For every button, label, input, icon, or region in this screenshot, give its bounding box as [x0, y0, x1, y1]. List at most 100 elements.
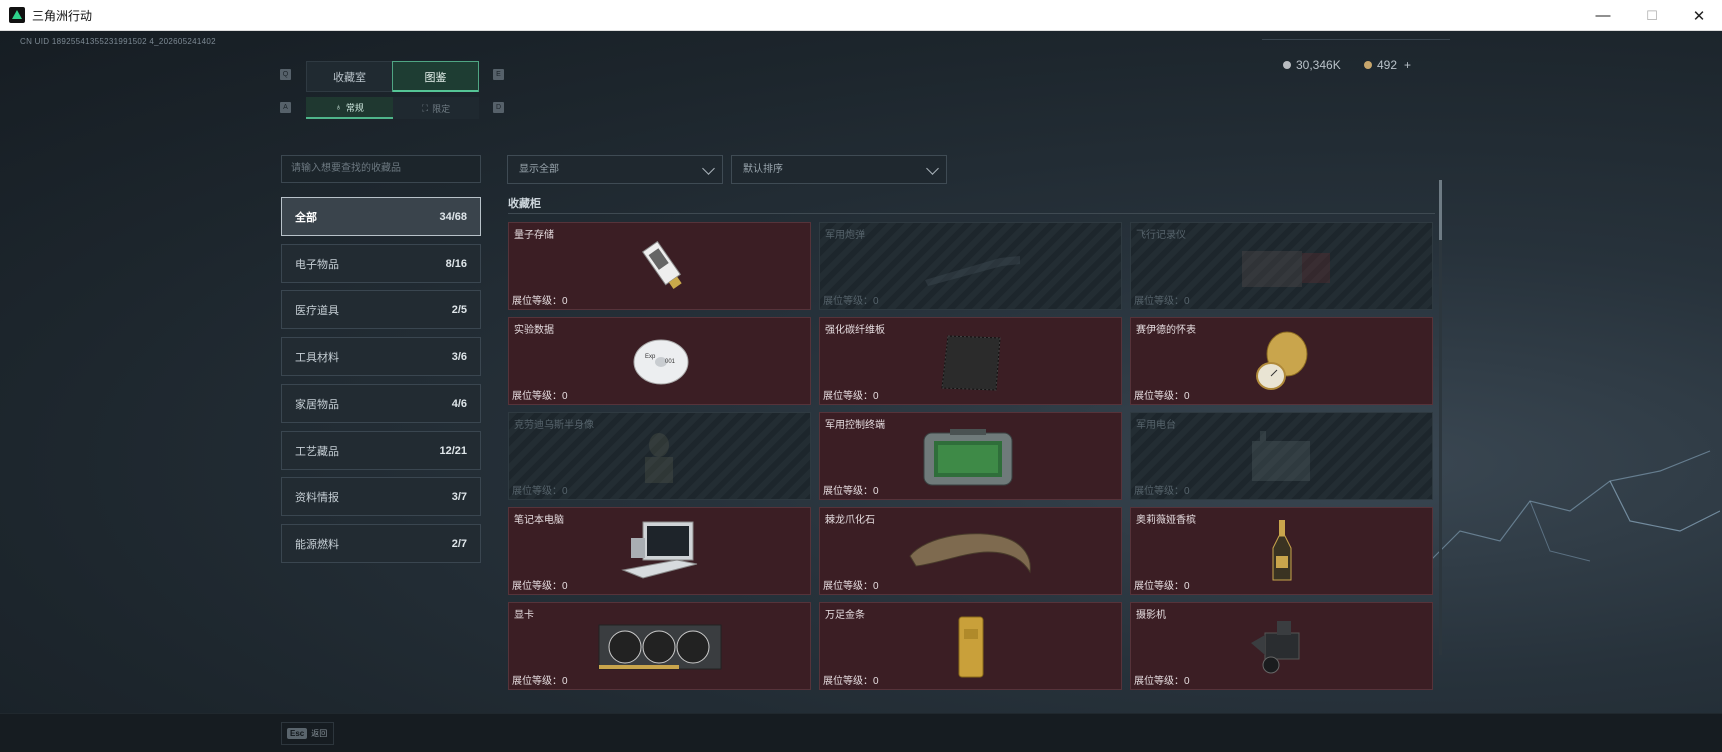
laptop-icon [621, 521, 698, 579]
currency-gold-value: 492 [1377, 58, 1398, 72]
display-filter-value: 显示全部 [519, 164, 559, 175]
subkey-hint-right-icon: D [493, 102, 504, 113]
control-terminal-icon [923, 429, 1013, 486]
collection-card[interactable]: 棘龙爪化石 展位等级：0 [819, 507, 1122, 595]
usb-drive-icon [641, 240, 682, 289]
collection-card[interactable]: 赛伊德的怀表 展位等级：0 [1130, 317, 1433, 405]
category-count: 8/16 [445, 257, 467, 270]
close-button[interactable]: ✕ [1676, 0, 1722, 31]
category-electronics[interactable]: 电子物品 8/16 [281, 244, 481, 283]
card-level: 展位等级：0 [512, 486, 568, 497]
pocket-watch-icon [1256, 331, 1308, 390]
category-count: 12/21 [439, 444, 467, 457]
user-uid: CN UID 18925541355231991502 4_2026052414… [20, 37, 216, 46]
card-level: 展位等级：0 [823, 486, 879, 497]
category-label: 工具材料 [295, 351, 339, 364]
card-level: 展位等级：0 [1134, 296, 1190, 307]
card-level: 展位等级：0 [512, 676, 568, 687]
card-item-name: 强化碳纤维板 [825, 325, 885, 336]
collection-card[interactable]: 摄影机 展位等级：0 [1130, 602, 1433, 690]
tab-collection-room[interactable]: 收藏室 [306, 61, 393, 92]
game-viewport: CN UID 18925541355231991502 4_2026052414… [0, 31, 1722, 752]
category-count: 3/6 [451, 350, 467, 363]
collection-card[interactable]: 显卡 展位等级：0 [508, 602, 811, 690]
collection-card[interactable]: 军用控制终端 展位等级：0 [819, 412, 1122, 500]
category-count: 34/68 [439, 210, 467, 223]
category-count: 4/6 [451, 397, 467, 410]
currency-silver-value: 30,346K [1296, 58, 1341, 72]
collection-card[interactable]: 量子存储 展位等级：0 [508, 222, 811, 310]
card-level: 展位等级：0 [1134, 391, 1190, 402]
collection-card-locked[interactable]: 克劳迪乌斯半身像 展位等级：0 [508, 412, 811, 500]
category-energy[interactable]: 能源燃料 2/7 [281, 524, 481, 563]
subtab-limited[interactable]: ⛶ 限定 [393, 97, 479, 119]
chevron-down-icon [926, 162, 939, 175]
cabinet-divider [508, 213, 1435, 214]
card-item-name: 万足金条 [825, 610, 865, 621]
card-item-name: 赛伊德的怀表 [1136, 325, 1196, 336]
category-label: 全部 [295, 211, 317, 224]
card-item-name: 飞行记录仪 [1136, 230, 1186, 241]
esc-key-icon: Esc [287, 728, 308, 739]
collection-card-locked[interactable]: 飞行记录仪 展位等级：0 [1130, 222, 1433, 310]
silver-coin-icon [1283, 61, 1291, 69]
header-divider [1262, 39, 1450, 40]
camera-icon [1251, 621, 1300, 674]
cabinet-title: 收藏柜 [508, 198, 541, 210]
collection-card-locked[interactable]: 军用炮弹 展位等级：0 [819, 222, 1122, 310]
collection-card-locked[interactable]: 军用电台 展位等级：0 [1130, 412, 1433, 500]
sort-value: 默认排序 [743, 164, 783, 175]
card-level: 展位等级：0 [823, 676, 879, 687]
collection-card[interactable]: 笔记本电脑 展位等级：0 [508, 507, 811, 595]
card-item-name: 量子存储 [514, 230, 554, 241]
card-level: 展位等级：0 [512, 391, 568, 402]
category-count: 3/7 [451, 490, 467, 503]
champagne-bottle-icon [1272, 520, 1292, 581]
card-item-name: 军用电台 [1136, 420, 1176, 431]
collection-card[interactable]: 万足金条 展位等级：0 [819, 602, 1122, 690]
card-level: 展位等级：0 [1134, 676, 1190, 687]
category-all[interactable]: 全部 34/68 [281, 197, 481, 236]
sort-select[interactable]: 默认排序 [731, 155, 947, 184]
bottom-bar [0, 713, 1722, 752]
category-medical[interactable]: 医疗道具 2/5 [281, 290, 481, 329]
tab-codex[interactable]: 图鉴 [392, 61, 479, 92]
card-level: 展位等级：0 [823, 581, 879, 592]
subtab-regular-label: 常规 [345, 102, 364, 113]
collection-card[interactable]: 强化碳纤维板 展位等级：0 [819, 317, 1122, 405]
back-button[interactable]: Esc 返回 [281, 722, 334, 745]
collection-card[interactable]: 实验数据 Exp 001 展位等级：0 [508, 317, 811, 405]
flight-recorder-icon [1242, 251, 1330, 287]
scrollbar-thumb[interactable] [1439, 180, 1442, 240]
category-label: 医疗道具 [295, 304, 339, 317]
back-label: 返回 [311, 729, 328, 738]
gold-coin-icon [1364, 61, 1372, 69]
add-currency-button[interactable]: + [1404, 58, 1411, 72]
maximize-button[interactable]: ☐ [1629, 0, 1675, 31]
card-level: 展位等级：0 [1134, 486, 1190, 497]
card-item-name: 摄影机 [1136, 610, 1166, 621]
limited-icon: ⛶ [421, 102, 429, 113]
card-level: 展位等级：0 [823, 296, 879, 307]
currency-silver: 30,346K [1283, 58, 1341, 72]
category-crafts[interactable]: 工艺藏品 12/21 [281, 431, 481, 470]
category-intel[interactable]: 资料情报 3/7 [281, 477, 481, 516]
currency-gold: 492 + [1364, 58, 1411, 72]
category-label: 工艺藏品 [295, 445, 339, 458]
search-input[interactable]: 请输入想要查找的收藏品 [281, 155, 481, 183]
radio-icon [1252, 431, 1310, 481]
app-logo-icon [9, 7, 25, 23]
category-label: 电子物品 [295, 258, 339, 271]
category-household[interactable]: 家居物品 4/6 [281, 384, 481, 423]
bust-statue-icon [645, 433, 673, 483]
collection-card[interactable]: 奥莉薇娅香槟 展位等级：0 [1130, 507, 1433, 595]
category-tools[interactable]: 工具材料 3/6 [281, 337, 481, 376]
display-filter-select[interactable]: 显示全部 [507, 155, 723, 184]
card-item-name: 军用炮弹 [825, 230, 865, 241]
svg-text:Exp: Exp [645, 354, 656, 360]
card-level: 展位等级：0 [512, 296, 568, 307]
minimize-button[interactable]: — [1580, 0, 1626, 31]
svg-text:001: 001 [665, 359, 676, 365]
cabinet-scrollbar[interactable] [1439, 180, 1442, 655]
subtab-regular[interactable]: ♁ 常规 [306, 97, 393, 119]
